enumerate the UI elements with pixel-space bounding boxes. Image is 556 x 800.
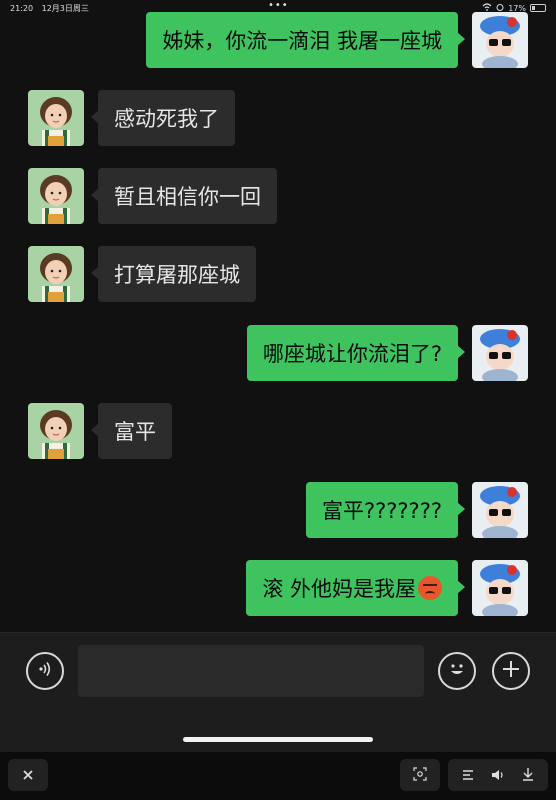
emoji-face-icon	[445, 657, 469, 685]
message-row: 富平???????	[305, 482, 528, 538]
message-bubble[interactable]: 富平???????	[305, 482, 466, 538]
message-text: 打算屠那座城	[114, 263, 240, 287]
battery-icon	[530, 4, 546, 12]
angry-face-emoji	[418, 576, 442, 600]
add-button[interactable]	[492, 652, 530, 690]
message-bubble[interactable]: 姊妹，你流一滴泪 我屠一座城	[146, 12, 465, 68]
contact-avatar[interactable]	[28, 246, 84, 302]
voice-icon	[35, 659, 55, 683]
message-bubble[interactable]: 富平	[91, 403, 172, 459]
scan-screenshot-icon	[413, 766, 427, 785]
contact-avatar[interactable]	[28, 168, 84, 224]
media-controls	[448, 759, 548, 791]
my-avatar[interactable]	[472, 560, 528, 616]
input-bar	[0, 632, 556, 752]
message-row: 滚 外他妈是我屋	[246, 560, 528, 616]
home-indicator[interactable]	[183, 737, 373, 742]
speaker-icon[interactable]	[491, 766, 505, 785]
contact-avatar[interactable]	[28, 403, 84, 459]
message-bubble[interactable]: 暂且相信你一回	[91, 168, 277, 224]
contact-avatar[interactable]	[28, 90, 84, 146]
my-avatar[interactable]	[472, 482, 528, 538]
chat-area: 21:20 12月3日周三 ••• 17% 姊妹，你流一滴泪 我屠一座城 感动死…	[0, 0, 556, 630]
message-row: 打算屠那座城	[28, 246, 256, 302]
message-bubble[interactable]: 滚 外他妈是我屋	[246, 560, 465, 616]
message-input[interactable]	[78, 645, 424, 697]
message-text: 感动死我了	[114, 107, 219, 131]
bottom-toolbar	[0, 752, 556, 800]
message-text: 姊妹，你流一滴泪 我屠一座城	[162, 29, 442, 53]
message-bubble[interactable]: 打算屠那座城	[91, 246, 256, 302]
voice-button[interactable]	[26, 652, 64, 690]
close-icon	[22, 766, 34, 785]
screenshot-button[interactable]	[400, 759, 440, 791]
multitask-dots[interactable]: •••	[268, 0, 289, 11]
message-text: 滚 外他妈是我屋	[262, 577, 416, 601]
message-row: 富平	[28, 403, 172, 459]
plus-icon	[500, 658, 522, 684]
message-row: 姊妹，你流一滴泪 我屠一座城	[146, 12, 528, 68]
emoji-button[interactable]	[438, 652, 476, 690]
list-icon[interactable]	[462, 766, 474, 785]
status-time: 21:20	[10, 4, 34, 13]
message-text: 富平???????	[321, 499, 442, 523]
message-text: 富平	[114, 420, 156, 444]
message-text: 哪座城让你流泪了?	[262, 342, 442, 366]
my-avatar[interactable]	[472, 325, 528, 381]
message-bubble[interactable]: 感动死我了	[91, 90, 235, 146]
message-row: 哪座城让你流泪了?	[246, 325, 528, 381]
message-text: 暂且相信你一回	[114, 185, 261, 209]
message-bubble[interactable]: 哪座城让你流泪了?	[246, 325, 466, 381]
message-row: 暂且相信你一回	[28, 168, 277, 224]
status-date: 12月3日周三	[41, 4, 89, 13]
download-icon[interactable]	[522, 766, 534, 785]
close-button[interactable]	[8, 759, 48, 791]
status-left: 21:20 12月3日周三	[10, 3, 95, 14]
message-row: 感动死我了	[28, 90, 235, 146]
my-avatar[interactable]	[472, 12, 528, 68]
